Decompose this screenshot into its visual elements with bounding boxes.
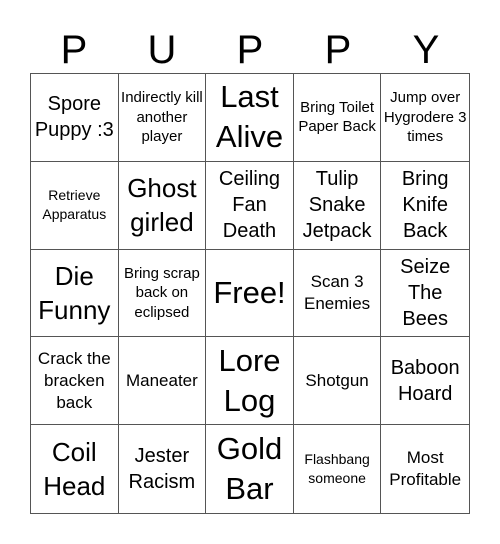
- bingo-cell[interactable]: Lore Log: [206, 337, 294, 426]
- bingo-cell-label: Lore Log: [218, 342, 281, 418]
- bingo-cell[interactable]: Baboon Hoard: [381, 337, 469, 426]
- bingo-cell-label: Retrieve Apparatus: [42, 187, 107, 223]
- bingo-cell-label: Free!: [213, 274, 286, 310]
- bingo-cell-label: Most Profitable: [389, 448, 462, 490]
- bingo-cell[interactable]: Spore Puppy :3: [31, 74, 119, 162]
- bingo-cell[interactable]: Ceiling Fan Death: [206, 161, 294, 250]
- bingo-cell[interactable]: Flashbang someone: [294, 425, 382, 513]
- bingo-cell-label: Baboon Hoard: [390, 356, 460, 405]
- bingo-cell-label: Flashbang someone: [304, 451, 370, 487]
- bingo-cell-label: Bring Knife Back: [401, 168, 449, 243]
- bingo-cell[interactable]: Last Alive: [206, 74, 294, 162]
- bingo-cell-label: Scan 3 Enemies: [304, 271, 371, 313]
- bingo-cell[interactable]: Retrieve Apparatus: [31, 161, 119, 250]
- bingo-cell[interactable]: Maneater: [118, 337, 207, 426]
- bingo-cell-label: Ghost girled: [127, 173, 197, 238]
- header-letter: U: [147, 28, 177, 72]
- bingo-cell-label: Spore Puppy :3: [34, 93, 114, 142]
- bingo-cell[interactable]: Jester Racism: [119, 425, 207, 513]
- bingo-cell[interactable]: Crack the bracken back: [31, 337, 119, 426]
- header-letter: P: [236, 28, 264, 72]
- bingo-cell-label: Die Funny: [38, 260, 111, 325]
- bingo-cell-free[interactable]: Free!: [206, 249, 294, 338]
- bingo-cell-label: Ceiling Fan Death: [218, 168, 281, 243]
- bingo-cell-label: Gold Bar: [216, 431, 283, 507]
- bingo-cell[interactable]: Jump over Hygrodere 3 times: [381, 74, 469, 162]
- bingo-cell[interactable]: Coil Head: [31, 425, 119, 513]
- bingo-cell-label: Maneater: [125, 370, 198, 390]
- bingo-header: P U P P Y: [30, 26, 470, 74]
- bingo-cell[interactable]: Scan 3 Enemies: [293, 249, 382, 338]
- bingo-cell[interactable]: Bring Toilet Paper Back: [293, 74, 382, 162]
- bingo-cell-label: Tulip Snake Jetpack: [302, 168, 372, 243]
- bingo-cell[interactable]: Die Funny: [31, 249, 119, 338]
- bingo-cell[interactable]: Indirectly kill another player: [118, 74, 207, 162]
- bingo-cell[interactable]: Bring scrap back on eclipsed: [118, 249, 207, 338]
- bingo-cell[interactable]: Shotgun: [293, 337, 382, 426]
- bingo-cell-label: Coil Head: [43, 437, 106, 502]
- bingo-cell-label: Shotgun: [305, 370, 369, 390]
- bingo-grid: Spore Puppy :3 Indirectly kill another pl…: [30, 73, 470, 514]
- bingo-cell-label: Indirectly kill another player: [121, 89, 203, 146]
- bingo-cell-label: Seize The Bees: [400, 255, 451, 330]
- bingo-cell[interactable]: Most Profitable: [381, 425, 469, 513]
- bingo-cell[interactable]: Seize The Bees: [381, 250, 469, 338]
- header-letter: P: [60, 28, 88, 72]
- bingo-cell[interactable]: Ghost girled: [118, 161, 207, 250]
- bingo-cell-label: Bring scrap back on eclipsed: [123, 264, 200, 321]
- bingo-cell-label: Crack the bracken back: [37, 348, 111, 412]
- bingo-cell[interactable]: Bring Knife Back: [381, 162, 469, 250]
- header-letter: Y: [412, 28, 440, 72]
- bingo-cell-label: Jump over Hygrodere 3 times: [383, 89, 467, 146]
- bingo-cell-label: Last Alive: [215, 79, 284, 155]
- bingo-cell-label: Jester Racism: [128, 445, 196, 494]
- header-letter: P: [324, 28, 352, 72]
- bingo-cell-label: Bring Toilet Paper Back: [298, 98, 376, 136]
- bingo-cell[interactable]: Tulip Snake Jetpack: [293, 161, 382, 250]
- bingo-cell[interactable]: Gold Bar: [206, 425, 294, 513]
